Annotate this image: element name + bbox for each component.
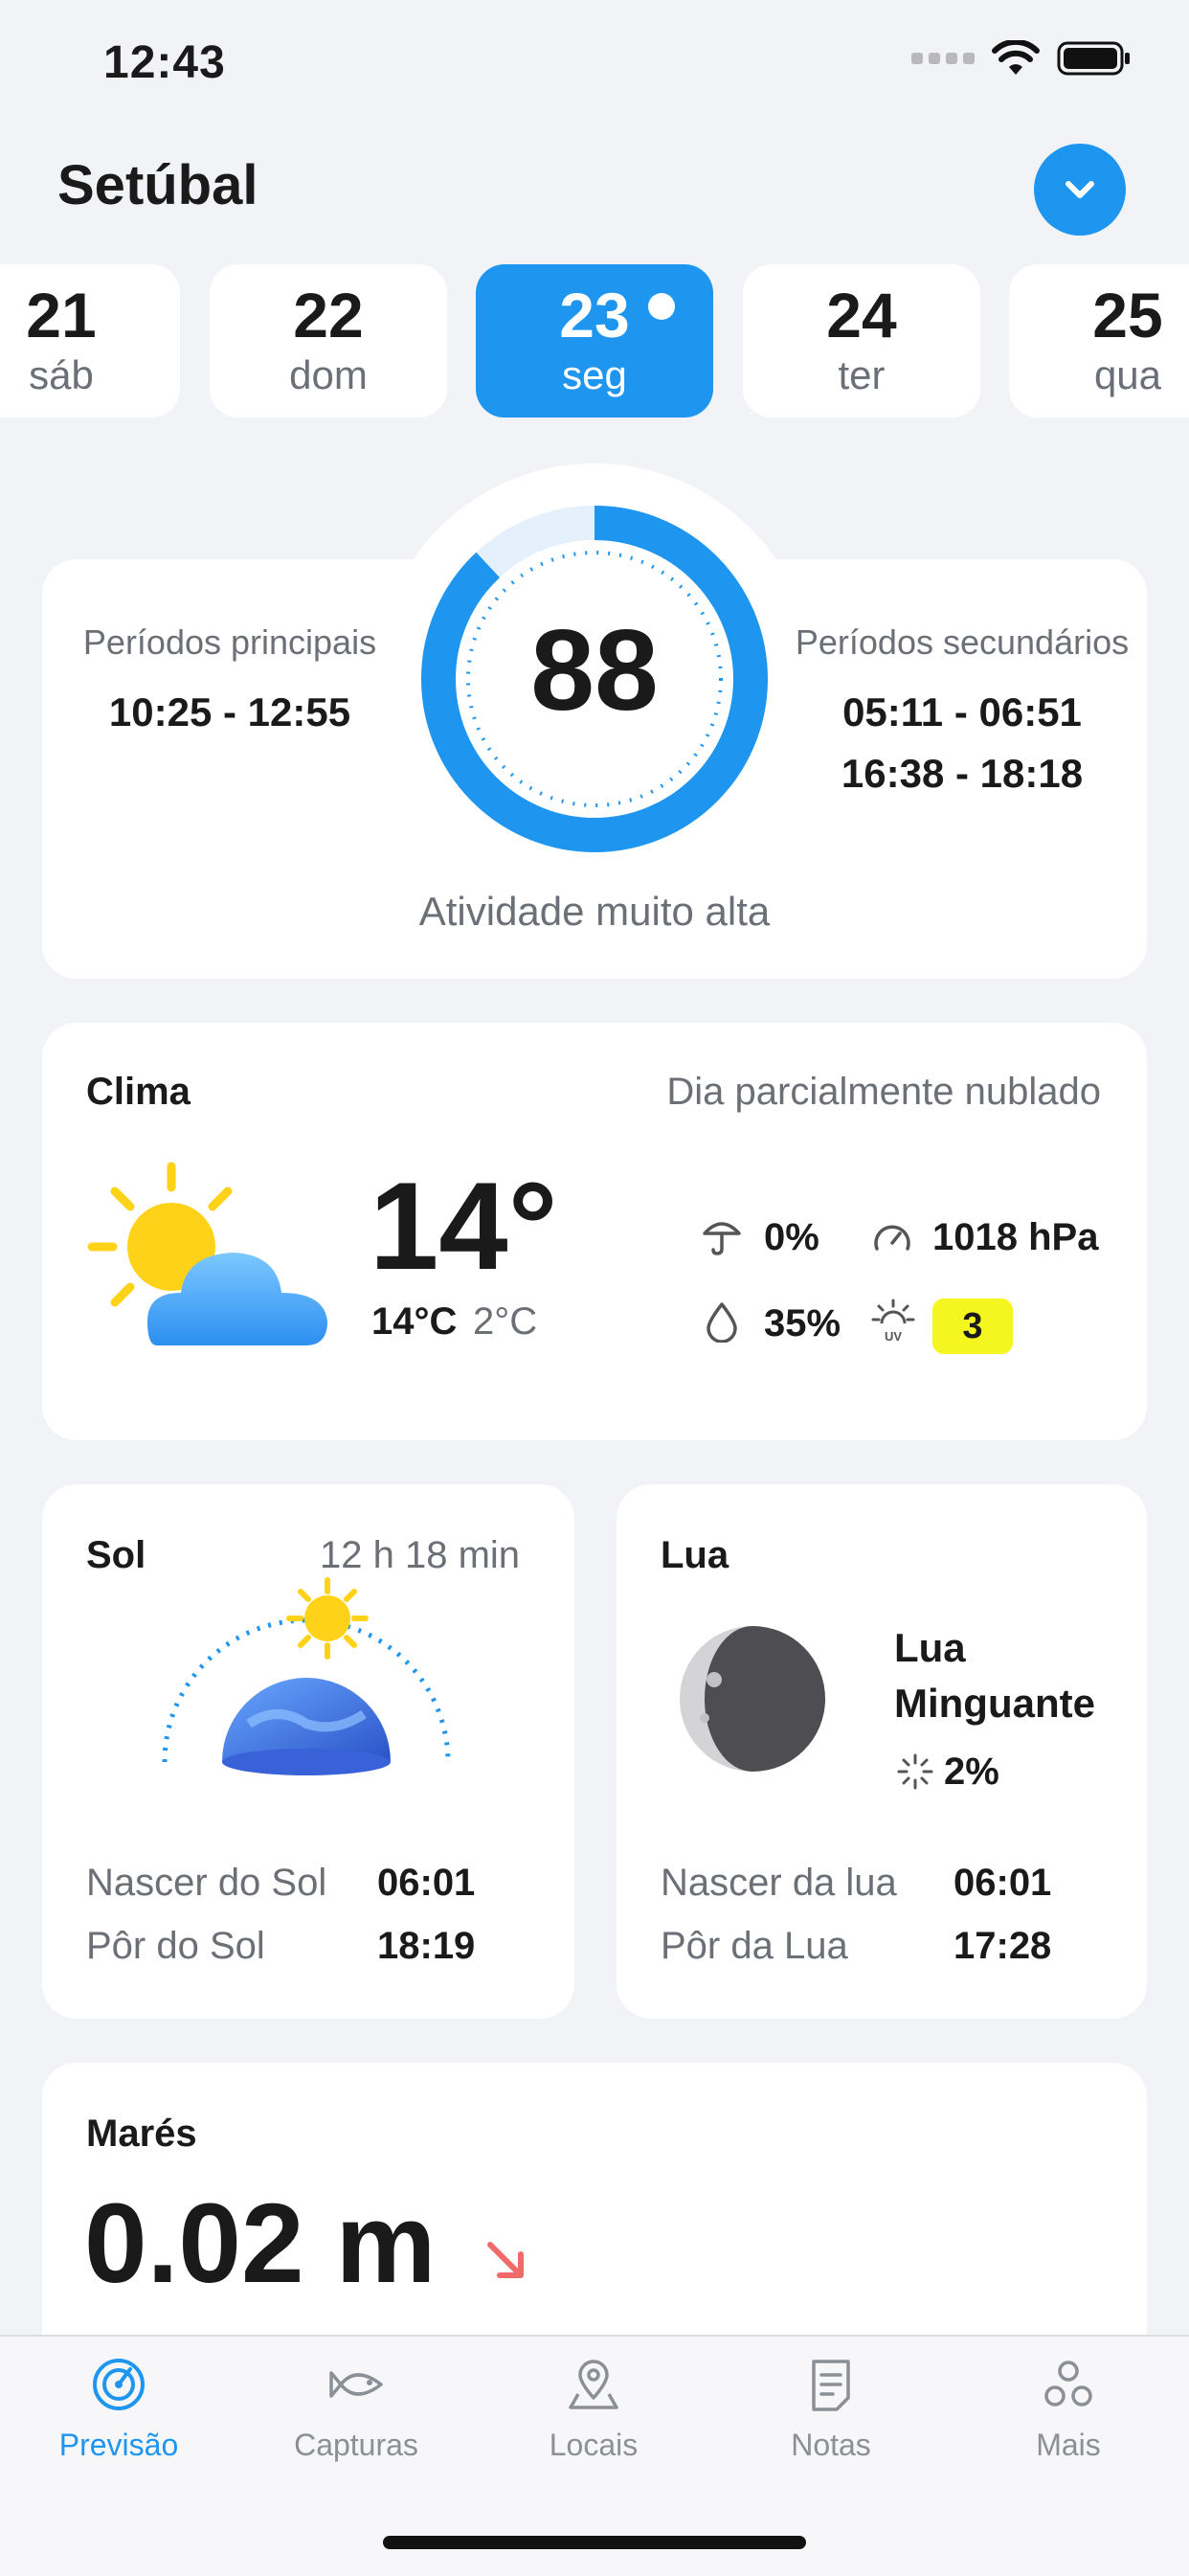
uv-index-badge: 3 — [932, 1299, 1013, 1354]
min-temperature: 2°C — [473, 1300, 538, 1343]
day-number: 23 — [559, 280, 630, 350]
signal-icon — [911, 53, 975, 64]
tide-height: 0.02 m — [84, 2181, 437, 2307]
home-indicator — [383, 2536, 806, 2549]
tab-forecast[interactable]: Previsão — [13, 2356, 224, 2463]
day-weekday: ter — [838, 352, 886, 397]
illumination-icon — [897, 1753, 933, 1790]
location-title: Setúbal — [57, 154, 258, 216]
forecast-icon — [93, 2359, 145, 2410]
day-item[interactable]: 25 qua — [1009, 264, 1189, 418]
activity-score: 88 — [530, 606, 659, 734]
secondary-period: 05:11 - 06:51 — [842, 689, 1082, 734]
sunset-label: Pôr do Sol — [86, 1925, 265, 1967]
main-period: 10:25 - 12:55 — [108, 689, 351, 734]
day-weekday: seg — [562, 352, 627, 397]
tab-label: Previsão — [58, 2428, 179, 2462]
tide-falling-arrow-icon — [487, 2242, 524, 2278]
partly-cloudy-icon — [87, 1162, 327, 1345]
pressure: 1018 hPa — [932, 1216, 1099, 1258]
tab-more[interactable]: Mais — [963, 2356, 1174, 2463]
location-dropdown-button[interactable] — [1034, 144, 1126, 236]
day-item[interactable]: 22 dom — [210, 264, 447, 418]
uv-index-icon: UV — [871, 1299, 915, 1343]
wifi-icon — [992, 40, 1040, 75]
day-item[interactable]: 21 sáb — [0, 264, 180, 418]
tab-label: Capturas — [294, 2428, 418, 2462]
secondary-period: 16:38 - 18:18 — [841, 751, 1084, 796]
sunrise-label: Nascer do Sol — [86, 1862, 327, 1904]
moonrise-time: 06:01 — [953, 1862, 1052, 1904]
weather-title: Clima — [86, 1071, 191, 1113]
moonrise-label: Nascer da lua — [661, 1862, 897, 1904]
sunrise-time: 06:01 — [377, 1862, 476, 1904]
tab-catches[interactable]: Capturas — [251, 2356, 461, 2463]
svg-text:UV: UV — [885, 1329, 902, 1343]
activity-description: Atividade muito alta — [418, 889, 771, 934]
max-temperature: 14°C — [371, 1300, 458, 1343]
moon-title: Lua — [661, 1534, 729, 1576]
fish-icon — [329, 2371, 383, 2398]
day-number: 22 — [293, 280, 364, 350]
moon-phase-icon — [680, 1626, 825, 1772]
umbrella-icon — [703, 1222, 741, 1255]
day-weekday: sáb — [29, 352, 94, 397]
tides-title: Marés — [86, 2113, 197, 2155]
status-time: 12:43 — [103, 37, 226, 88]
sun-globe-icon — [162, 1577, 451, 1775]
tab-label: Locais — [549, 2428, 639, 2462]
day-number: 21 — [26, 280, 97, 350]
moonset-label: Pôr da Lua — [661, 1925, 848, 1967]
chevron-down-icon — [1066, 181, 1094, 198]
notes-icon — [812, 2360, 850, 2411]
tab-label: Mais — [1036, 2428, 1101, 2462]
day-weekday: qua — [1093, 352, 1162, 397]
humidity-drop-icon — [707, 1302, 737, 1343]
current-temperature: 14° — [370, 1156, 558, 1296]
pressure-gauge-icon — [874, 1225, 910, 1251]
today-dot — [648, 293, 675, 320]
more-icon — [1044, 2361, 1092, 2407]
rain-chance: 0% — [764, 1216, 819, 1258]
day-number: 24 — [826, 280, 897, 350]
location-icon — [569, 2360, 618, 2409]
moon-illumination: 2% — [944, 1751, 999, 1793]
moonset-time: 17:28 — [953, 1925, 1052, 1967]
main-periods-label: Períodos principais — [82, 622, 377, 662]
weather-summary: Dia parcialmente nublado — [666, 1071, 1101, 1113]
day-item[interactable]: 24 ter — [743, 264, 980, 418]
secondary-periods-label: Períodos secundários — [795, 622, 1130, 662]
tab-notes[interactable]: Notas — [726, 2356, 936, 2463]
humidity: 35% — [764, 1302, 841, 1344]
day-number: 25 — [1092, 280, 1163, 350]
battery-icon — [1057, 41, 1130, 76]
moon-phase-name-line1: Lua — [894, 1625, 966, 1670]
sunset-time: 18:19 — [377, 1925, 476, 1967]
sun-title: Sol — [86, 1534, 146, 1576]
day-item-selected[interactable]: 23 seg — [476, 264, 713, 418]
day-weekday: dom — [289, 352, 368, 397]
status-icons — [911, 40, 1132, 77]
tab-locations[interactable]: Locais — [488, 2356, 699, 2463]
tab-label: Notas — [791, 2428, 871, 2462]
moon-phase-name-line2: Minguante — [894, 1681, 1095, 1726]
